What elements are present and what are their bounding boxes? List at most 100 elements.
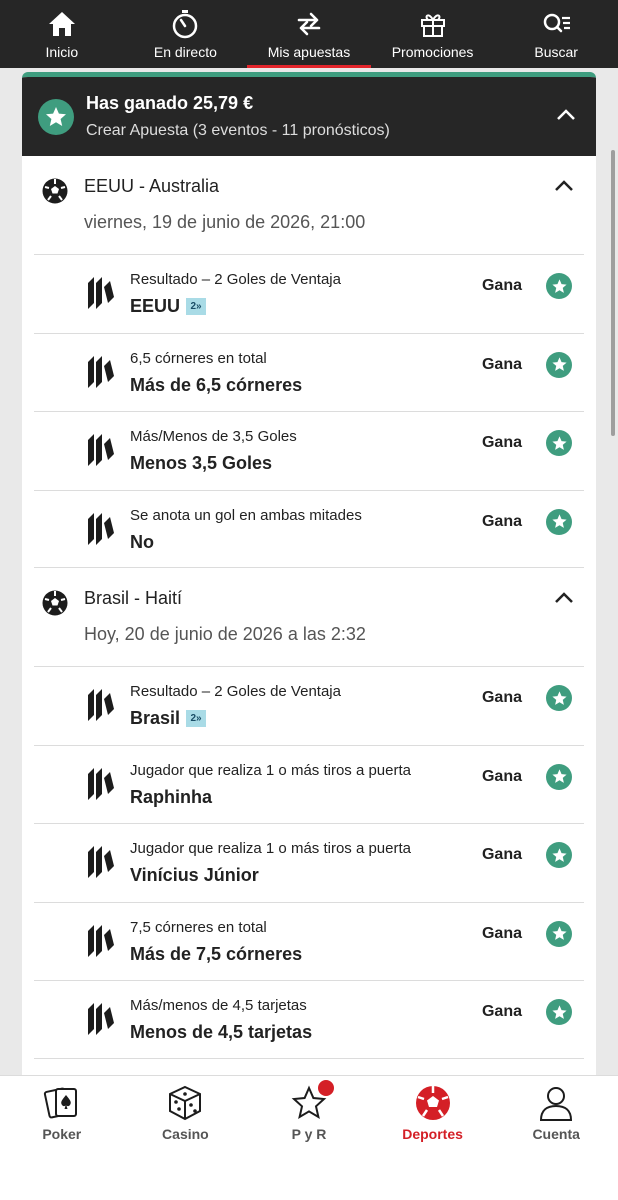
event-date: viernes, 19 de junio de 2026, 21:00 (84, 212, 366, 232)
market-name: Jugador que realiza 1 o más tiros a puer… (130, 761, 411, 779)
soccer-ball-icon (42, 178, 68, 204)
market-name: Resultado – 2 Goles de Ventaja (130, 683, 341, 700)
selection-row: 6,5 córneres en total Más de 6,5 córnere… (34, 332, 584, 412)
event-header[interactable]: EEUU - Australia viernes, 19 de junio de… (34, 156, 584, 254)
selection-result: Gana (481, 434, 522, 451)
result-star-icon (546, 842, 572, 868)
bet-summary-header[interactable]: Has ganado 25,79 € Crear Apuesta (3 even… (22, 77, 596, 156)
selection-row: Resultado – 2 Goles de Ventaja Brasil 2» … (34, 666, 584, 745)
brand-logo-icon (88, 689, 114, 721)
result-star-icon (546, 351, 572, 378)
selection-row: Más/Menos de 3,5 Goles Menos 3,5 Goles G… (34, 411, 584, 490)
brand-logo-icon (88, 277, 114, 309)
pick-text: Brasil (130, 708, 181, 728)
two-goal-tag: 2» (186, 710, 207, 727)
event-header[interactable]: Brasil - Haití Hoy, 20 de junio de 2026 … (34, 568, 584, 666)
search-icon (543, 13, 571, 33)
soccer-ball-icon (415, 1086, 450, 1120)
event-block: Brasil - Haití Hoy, 20 de junio de 2026 … (22, 568, 596, 1059)
bottom-nav-cuenta[interactable]: Cuenta (494, 1076, 618, 1200)
top-navigation: Inicio En directo Mis apuestas Promocion… (0, 0, 618, 68)
brand-logo-icon (88, 767, 114, 800)
nav-label: Promociones (391, 44, 474, 60)
selection-row: Jugador que realiza 1 o más tiros a puer… (34, 744, 584, 824)
dice-icon (169, 1085, 202, 1121)
selection-pick: Menos de 4,5 tarjetas (130, 1022, 313, 1042)
market-name: Más/menos de 4,5 tarjetas (130, 997, 307, 1014)
brand-logo-icon (88, 434, 114, 466)
bottom-nav-label: Cuenta (532, 1126, 580, 1142)
home-icon (48, 12, 75, 36)
event-block: EEUU - Australia viernes, 19 de junio de… (22, 156, 596, 568)
selection-row: 7,5 córneres en total Más de 7,5 córnere… (34, 901, 584, 981)
result-star-icon (546, 763, 572, 790)
result-star-icon (546, 273, 572, 299)
nav-promociones[interactable]: Promociones (371, 0, 495, 68)
result-star-icon (546, 430, 572, 456)
market-name: Jugador que realiza 1 o más tiros a puer… (130, 840, 411, 857)
bottom-nav-poker[interactable]: Poker (0, 1076, 124, 1200)
won-amount: Has ganado 25,79 € (86, 93, 254, 113)
event-name: Brasil - Haití (84, 588, 183, 608)
selection-row: Se anota un gol en ambas mitades No Gana (34, 489, 584, 568)
bottom-nav-label: Casino (162, 1126, 209, 1142)
event-date: Hoy, 20 de junio de 2026 a las 2:32 (84, 624, 366, 644)
bottom-nav-pyr[interactable]: P y R (247, 1076, 371, 1200)
bottom-nav-casino[interactable]: Casino (124, 1076, 248, 1200)
nav-label: Buscar (534, 44, 578, 60)
bottom-navigation: Poker Casino P y R Deportes Cuenta (0, 1075, 618, 1200)
brand-logo-icon (88, 512, 114, 545)
stopwatch-icon (173, 10, 198, 39)
brand-logo-icon (88, 355, 114, 388)
market-name: Más/Menos de 3,5 Goles (130, 428, 297, 445)
result-star-icon (546, 920, 572, 947)
nav-label: En directo (153, 44, 217, 60)
market-name: 7,5 córneres en total (130, 918, 267, 936)
brand-logo-icon (88, 924, 114, 957)
selection-pick: Vinícius Júnior (130, 865, 259, 885)
bet-card: Has ganado 25,79 € Crear Apuesta (3 even… (22, 72, 596, 1078)
refresh-icon (297, 12, 321, 36)
nav-label: Mis apuestas (267, 44, 351, 60)
brand-logo-icon (88, 846, 114, 878)
brand-logo-icon (88, 1003, 114, 1035)
market-name: Se anota un gol en ambas mitades (130, 506, 362, 524)
chevron-up-icon[interactable] (554, 178, 574, 192)
selection-pick: Más de 6,5 córneres (130, 374, 303, 395)
market-name: 6,5 córneres en total (130, 349, 267, 367)
selection-result: Gana (481, 512, 522, 530)
selection-result: Gana (481, 355, 522, 373)
nav-en-directo[interactable]: En directo (124, 0, 248, 68)
result-star-icon (546, 508, 572, 535)
nav-buscar[interactable]: Buscar (494, 0, 618, 68)
market-name: Resultado – 2 Goles de Ventaja (130, 271, 341, 288)
gift-icon (420, 14, 445, 37)
chevron-up-icon[interactable] (554, 590, 574, 604)
bet-subtitle: Crear Apuesta (3 eventos - 11 pronóstico… (86, 122, 390, 139)
win-star-icon (38, 98, 74, 135)
two-goal-tag: 2» (186, 298, 207, 315)
selection-row: Jugador que realiza 1 o más tiros a puer… (34, 823, 584, 902)
bottom-nav-label: Deportes (402, 1126, 463, 1142)
nav-inicio[interactable]: Inicio (0, 0, 124, 68)
result-star-icon (546, 685, 572, 711)
chevron-up-icon[interactable] (556, 107, 576, 121)
bottom-nav-deportes[interactable]: Deportes (371, 1076, 495, 1200)
selection-pick: Menos 3,5 Goles (130, 453, 273, 473)
selection-pick: Más de 7,5 córneres (130, 943, 303, 964)
nav-label: Inicio (45, 44, 79, 60)
nav-mis-apuestas[interactable]: Mis apuestas (247, 0, 371, 68)
notification-badge (318, 1080, 335, 1096)
pick-text: EEUU (130, 296, 181, 316)
scrollbar[interactable] (611, 150, 615, 436)
bottom-nav-label: P y R (291, 1126, 327, 1142)
result-star-icon (546, 999, 572, 1025)
selection-result: Gana (481, 689, 522, 706)
selection-pick: Raphinha (130, 786, 213, 807)
poker-cards-icon (43, 1087, 77, 1119)
selection-result: Gana (481, 846, 522, 863)
selection-pick: EEUU 2» (130, 296, 207, 317)
selection-result: Gana (481, 1003, 522, 1020)
selection-pick: No (130, 531, 154, 552)
selection-row: Resultado – 2 Goles de Ventaja EEUU 2» Ga… (34, 254, 584, 333)
